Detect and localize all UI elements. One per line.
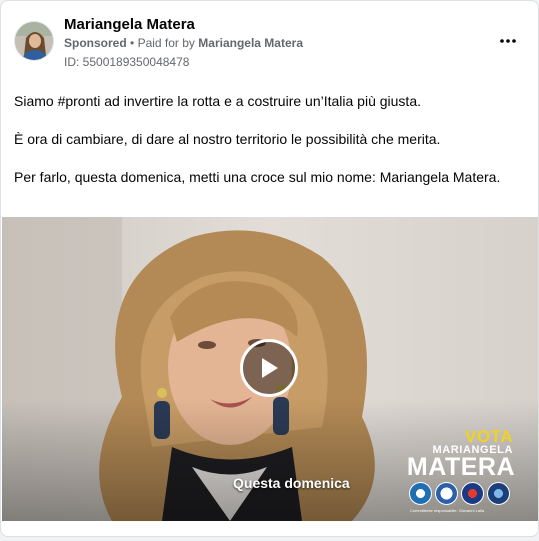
avatar-image: [15, 22, 53, 60]
page-name[interactable]: Mariangela Matera: [64, 16, 195, 33]
paid-for-prefix: Paid for by: [137, 36, 195, 50]
sponsored-line: Sponsored • Paid for by Mariangela Mater…: [64, 36, 303, 50]
sponsored-label: Sponsored: [64, 36, 127, 50]
play-button[interactable]: [240, 339, 298, 397]
ad-id: ID: 5500189350048478: [64, 55, 190, 69]
post-paragraph: Per farlo, questa domenica, metti una cr…: [14, 169, 501, 185]
avatar[interactable]: [14, 21, 54, 61]
ad-card: Mariangela Matera Sponsored • Paid for b…: [0, 0, 539, 537]
more-horizontal-icon: [500, 39, 516, 43]
party-logo-icon: [435, 482, 458, 505]
paid-for-by-name[interactable]: Mariangela Matera: [198, 36, 303, 50]
post-text: Siamo #pronti ad invertire la rotta e a …: [14, 92, 514, 206]
party-logo-icon: [461, 482, 484, 505]
post-paragraph: È ora di cambiare, di dare al nostro ter…: [14, 131, 441, 147]
party-logo-icon: [409, 482, 432, 505]
more-options-button[interactable]: [496, 31, 520, 51]
post-paragraph: Siamo #pronti ad invertire la rotta e a …: [14, 93, 421, 109]
party-logos: [409, 482, 510, 505]
overlay-last-name: MATERA: [406, 453, 515, 481]
overlay-committee: Committente responsabile: Giovanni Lalla: [410, 508, 485, 513]
video-caption: Questa domenica: [233, 475, 350, 491]
play-icon: [262, 358, 278, 378]
separator-dot: •: [130, 36, 135, 50]
party-logo-icon: [487, 482, 510, 505]
